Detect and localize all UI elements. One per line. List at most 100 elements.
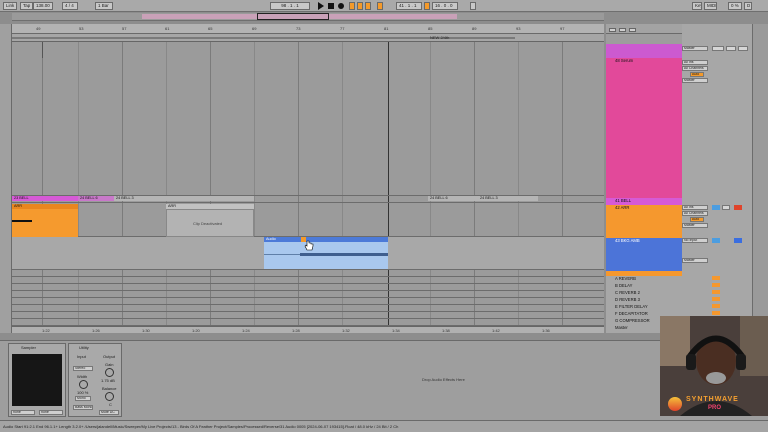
view-button[interactable] bbox=[629, 28, 636, 32]
send-field[interactable] bbox=[738, 46, 748, 51]
drop-effects-hint[interactable]: Drop Audio Effects Here bbox=[422, 377, 465, 382]
gain-knob[interactable] bbox=[105, 368, 114, 377]
return-activator[interactable] bbox=[712, 283, 720, 287]
sampler-select[interactable]: none bbox=[11, 410, 35, 415]
output-select[interactable]: Master bbox=[682, 258, 708, 263]
quantize-menu[interactable]: 1 Bar bbox=[95, 2, 113, 10]
return-track-b[interactable]: B DELAY bbox=[606, 283, 682, 290]
midi-map-button[interactable]: MIDI bbox=[704, 2, 717, 10]
beat-time-ruler[interactable]: 49 53 57 61 65 69 73 77 81 85 89 93 97 bbox=[12, 24, 604, 34]
return-track-d[interactable]: D REVERB 3 bbox=[606, 297, 682, 304]
return-activator[interactable] bbox=[712, 297, 720, 301]
input-type-select[interactable]: All Ins bbox=[682, 60, 708, 65]
disk-indicator: D bbox=[744, 2, 752, 10]
locator-label[interactable]: NEW 2/4th bbox=[430, 35, 449, 40]
time-signature-field[interactable]: 4 / 4 bbox=[62, 2, 78, 10]
arrangement-overview[interactable] bbox=[12, 13, 604, 21]
track-lane-serum[interactable] bbox=[12, 42, 604, 196]
mono-button[interactable]: Mono bbox=[75, 396, 91, 401]
input-type-select[interactable]: No Input bbox=[682, 238, 708, 243]
master-lane[interactable] bbox=[12, 319, 604, 326]
volume-field[interactable] bbox=[712, 46, 724, 51]
clip-bell[interactable]: 24 BELL 3 bbox=[114, 196, 254, 201]
clip-deactivated-body[interactable]: Clip Deactivated bbox=[166, 209, 254, 237]
return-lane[interactable] bbox=[12, 312, 604, 319]
set-button[interactable] bbox=[609, 28, 616, 32]
clip-bell[interactable]: 24 BELL 6 bbox=[78, 196, 114, 201]
return-activator[interactable] bbox=[712, 276, 720, 280]
arrangement-position[interactable]: 98 . 1 . 1 bbox=[270, 2, 310, 10]
record-icon[interactable] bbox=[338, 3, 344, 9]
solo-button[interactable] bbox=[712, 238, 720, 243]
automation-arm-button[interactable] bbox=[357, 2, 363, 10]
sampler-device[interactable]: Sampler none none bbox=[8, 343, 66, 417]
arm-button[interactable] bbox=[734, 205, 742, 210]
return-track-e[interactable]: E FILTER DELAY bbox=[606, 304, 682, 311]
time-ruler[interactable]: 1:22 1:26 1:30 1:20 1:24 1:28 1:32 1:34 … bbox=[12, 326, 604, 333]
return-track-c[interactable]: C REVERB 2 bbox=[606, 290, 682, 297]
stop-icon[interactable] bbox=[328, 3, 334, 9]
mute-dc-button[interactable]: Mute DC bbox=[99, 410, 119, 415]
track-header-arr[interactable]: 42 ARR bbox=[606, 205, 682, 238]
clip-arr-body[interactable] bbox=[12, 209, 78, 237]
track-lane-arr[interactable] bbox=[12, 203, 604, 237]
sampler-select[interactable]: none bbox=[39, 410, 63, 415]
tempo-field[interactable]: 138.00 bbox=[33, 2, 53, 10]
balance-knob[interactable] bbox=[105, 392, 114, 401]
play-icon[interactable] bbox=[318, 2, 324, 10]
mute-button[interactable] bbox=[722, 205, 730, 210]
return-track-a[interactable]: A REVERB bbox=[606, 276, 682, 283]
solo-button[interactable] bbox=[712, 205, 720, 210]
return-activator[interactable] bbox=[712, 311, 720, 315]
track-header-group[interactable] bbox=[606, 44, 682, 58]
width-label: Width bbox=[77, 374, 88, 379]
clip-audio-body[interactable] bbox=[264, 242, 388, 269]
track-header-bkg-amb[interactable]: 43 BKG AMB bbox=[606, 238, 682, 271]
track-headers: 48 Serum 41 BELL 42 ARR 43 BKG AMB A REV… bbox=[606, 24, 682, 333]
return-lane[interactable] bbox=[12, 291, 604, 298]
return-lane[interactable] bbox=[12, 298, 604, 305]
send-field[interactable] bbox=[726, 46, 736, 51]
clip-bell[interactable]: 23 BELL bbox=[12, 196, 78, 201]
output-select[interactable]: Master bbox=[682, 46, 708, 51]
return-activator[interactable] bbox=[712, 290, 720, 294]
loop-switch[interactable] bbox=[424, 2, 430, 10]
loop-length-field[interactable]: 16 . 0 . 0 bbox=[432, 2, 458, 10]
bass-mono-button[interactable]: Bass Mono bbox=[73, 405, 93, 410]
vertical-scrollbar[interactable] bbox=[752, 24, 768, 333]
utility-device[interactable]: Utility Input Stereo Width 100 % Mono Ba… bbox=[68, 343, 122, 417]
input-channel-select[interactable]: All Channels bbox=[682, 211, 708, 216]
overdub-button[interactable] bbox=[349, 2, 355, 10]
view-button[interactable] bbox=[619, 28, 626, 32]
channel-mode-select[interactable]: Stereo bbox=[73, 366, 93, 371]
width-knob[interactable] bbox=[79, 380, 88, 389]
clip-bell[interactable]: 24 BELL 6 bbox=[428, 196, 478, 201]
key-map-button[interactable]: Key bbox=[692, 2, 702, 10]
tap-button[interactable]: Tap bbox=[20, 2, 34, 10]
output-select[interactable]: Master bbox=[682, 78, 708, 83]
output-select[interactable]: Master bbox=[682, 223, 708, 228]
link-button[interactable]: Link bbox=[3, 2, 18, 10]
clip-bell[interactable]: 24 BELL 3 bbox=[478, 196, 538, 201]
return-lane[interactable] bbox=[12, 284, 604, 291]
overview-viewport[interactable] bbox=[257, 13, 329, 20]
input-type-select[interactable]: All Ins bbox=[682, 205, 708, 210]
draw-mode-button[interactable] bbox=[470, 2, 476, 10]
monitor-auto-button[interactable]: Auto bbox=[690, 72, 704, 77]
loop-start-field[interactable]: 41 . 1 . 1 bbox=[396, 2, 422, 10]
track-header-bell[interactable]: 41 BELL bbox=[606, 198, 682, 205]
return-lane[interactable] bbox=[12, 305, 604, 312]
locator-lane[interactable]: NEW 2/4th bbox=[12, 34, 604, 42]
sampler-display[interactable] bbox=[12, 354, 62, 406]
input-channel-select[interactable]: All Channels bbox=[682, 66, 708, 71]
metronome-button[interactable] bbox=[377, 2, 383, 10]
audio-waveform bbox=[264, 254, 300, 255]
return-activator[interactable] bbox=[712, 304, 720, 308]
monitor-auto-button[interactable]: Auto bbox=[690, 217, 704, 222]
return-lane[interactable] bbox=[12, 270, 604, 277]
arrangement-view[interactable]: 23 BELL 24 BELL 6 24 BELL 3 24 BELL 6 24… bbox=[12, 42, 604, 333]
return-lane[interactable] bbox=[12, 277, 604, 284]
arm-button[interactable] bbox=[734, 238, 742, 243]
track-header-serum[interactable]: 48 Serum bbox=[606, 58, 682, 198]
session-record-button[interactable] bbox=[365, 2, 371, 10]
